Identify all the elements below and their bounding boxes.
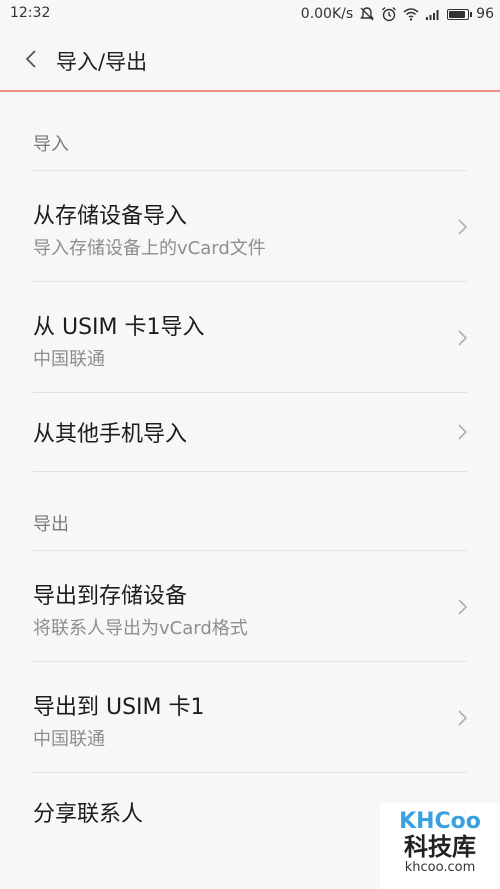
row-title: 分享联系人: [33, 802, 144, 827]
row-title: 从其他手机导入: [33, 422, 188, 447]
status-time: 12:32: [10, 5, 51, 21]
wifi-icon: [403, 8, 419, 21]
watermark-name: 科技库: [404, 833, 476, 861]
import-from-other-phone[interactable]: 从其他手机导入: [33, 392, 468, 471]
battery-indicator: 96: [447, 6, 494, 22]
row-subtitle: 将联系人导出为vCard格式: [33, 618, 248, 639]
settings-list: 导入 从存储设备导入 导入存储设备上的vCard文件 从 USIM 卡1导入 中…: [0, 92, 500, 851]
row-subtitle: 中国联通: [33, 349, 105, 370]
network-speed: 0.00K/s: [300, 6, 354, 22]
status-bar: 12:32 0.00K/s 96: [0, 0, 500, 28]
back-button[interactable]: [14, 42, 48, 76]
battery-icon: [447, 8, 470, 20]
chevron-right-icon: [458, 599, 468, 615]
row-subtitle: 中国联通: [33, 729, 105, 750]
watermark-brand: KHCoo: [399, 809, 481, 834]
export-to-usim[interactable]: 导出到 USIM 卡1 中国联通: [33, 661, 468, 772]
battery-tip: [470, 11, 473, 17]
watermark-logo: KHCoo 科技库 khcoo.com: [380, 803, 500, 889]
export-to-storage[interactable]: 导出到存储设备 将联系人导出为vCard格式: [33, 550, 468, 661]
battery-level: 96: [476, 6, 494, 22]
row-title: 从存储设备导入: [33, 204, 188, 229]
section-header-import: 导入: [33, 134, 69, 155]
watermark-url: khcoo.com: [404, 860, 476, 875]
import-from-storage[interactable]: 从存储设备导入 导入存储设备上的vCard文件: [33, 170, 468, 281]
chevron-right-icon: [458, 710, 468, 726]
import-from-usim[interactable]: 从 USIM 卡1导入 中国联通: [33, 281, 468, 392]
chevron-right-icon: [458, 219, 468, 235]
row-title: 从 USIM 卡1导入: [33, 315, 205, 340]
row-title: 导出到存储设备: [33, 584, 188, 609]
status-icons: 0.00K/s 96: [301, 5, 494, 23]
chevron-right-icon: [458, 330, 468, 346]
alarm-icon: [382, 7, 397, 22]
mute-icon: [360, 7, 375, 21]
app-header: 导入/导出: [0, 28, 500, 92]
chevron-right-icon: [458, 424, 468, 440]
page-title: 导入/导出: [56, 50, 148, 74]
row-title: 导出到 USIM 卡1: [33, 695, 205, 720]
row-subtitle: 导入存储设备上的vCard文件: [33, 238, 266, 259]
signal-icon: [426, 10, 439, 20]
section-header-export: 导出: [33, 514, 69, 535]
chevron-left-icon: [25, 50, 36, 68]
battery-fill: [449, 10, 466, 18]
